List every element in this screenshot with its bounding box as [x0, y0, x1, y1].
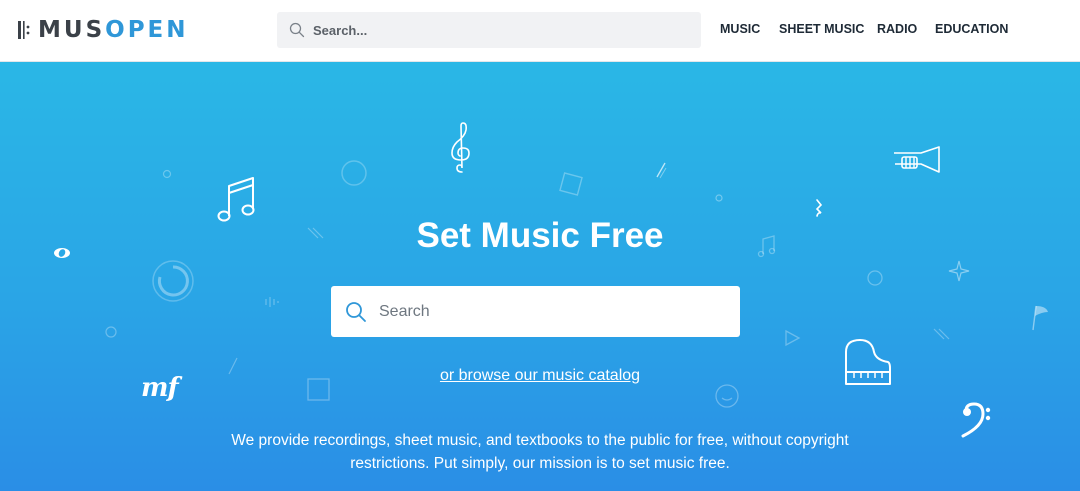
faint-play-icon: [782, 328, 802, 348]
faint-smiley-icon: [714, 383, 740, 409]
faint-circle-icon: [340, 159, 368, 187]
faint-double-slash-icon: [932, 327, 952, 341]
header-search-input[interactable]: [313, 22, 693, 38]
logo-text: MUSOPEN: [38, 17, 189, 43]
mission-line-2: restrictions. Put simply, our mission is…: [350, 455, 730, 472]
hero-search-input[interactable]: [379, 302, 719, 321]
nav-music[interactable]: MUSIC: [720, 22, 760, 36]
logo-bars-icon: [18, 21, 30, 39]
site-header: MUSOPEN MUSIC SHEET MUSIC RADIO EDUCATIO…: [0, 0, 1080, 62]
faint-flag-icon: [1030, 302, 1052, 332]
trumpet-icon: [893, 146, 943, 176]
nav-radio[interactable]: RADIO: [877, 22, 917, 36]
slash-marks-icon: [654, 160, 668, 180]
hero-title: Set Music Free: [416, 216, 664, 255]
mission-statement: We provide recordings, sheet music, and …: [190, 429, 890, 475]
search-icon: [346, 301, 366, 322]
nav-sheet-music[interactable]: SHEET MUSIC: [779, 22, 864, 36]
logo-text-open: OPEN: [105, 17, 189, 43]
header-search-box: [277, 12, 701, 48]
bass-clef-icon: [960, 402, 992, 438]
browse-catalog-container: or browse our music catalog: [0, 367, 1080, 385]
sparkle-icon: [948, 260, 970, 282]
mission-line-1: We provide recordings, sheet music, and …: [231, 432, 849, 449]
search-icon: [289, 22, 305, 38]
logo-text-mus: MUS: [38, 17, 106, 43]
browse-catalog-link[interactable]: or browse our music catalog: [440, 367, 640, 384]
faint-dot-icon: [104, 325, 118, 339]
hero-search-box: [331, 286, 740, 337]
faint-dot-icon: [714, 193, 724, 203]
faint-circle-icon: [866, 269, 884, 287]
faint-dot-icon: [162, 169, 172, 179]
hero-section: mf Set Music Free or browse our music: [0, 62, 1080, 491]
treble-clef-icon: [451, 122, 471, 174]
faint-wave-icon: [263, 295, 281, 309]
nav-education[interactable]: EDUCATION: [935, 22, 1008, 36]
faint-spinner-icon: [150, 258, 196, 304]
musopen-logo[interactable]: MUSOPEN: [18, 16, 189, 44]
faint-square-icon: [559, 172, 583, 196]
